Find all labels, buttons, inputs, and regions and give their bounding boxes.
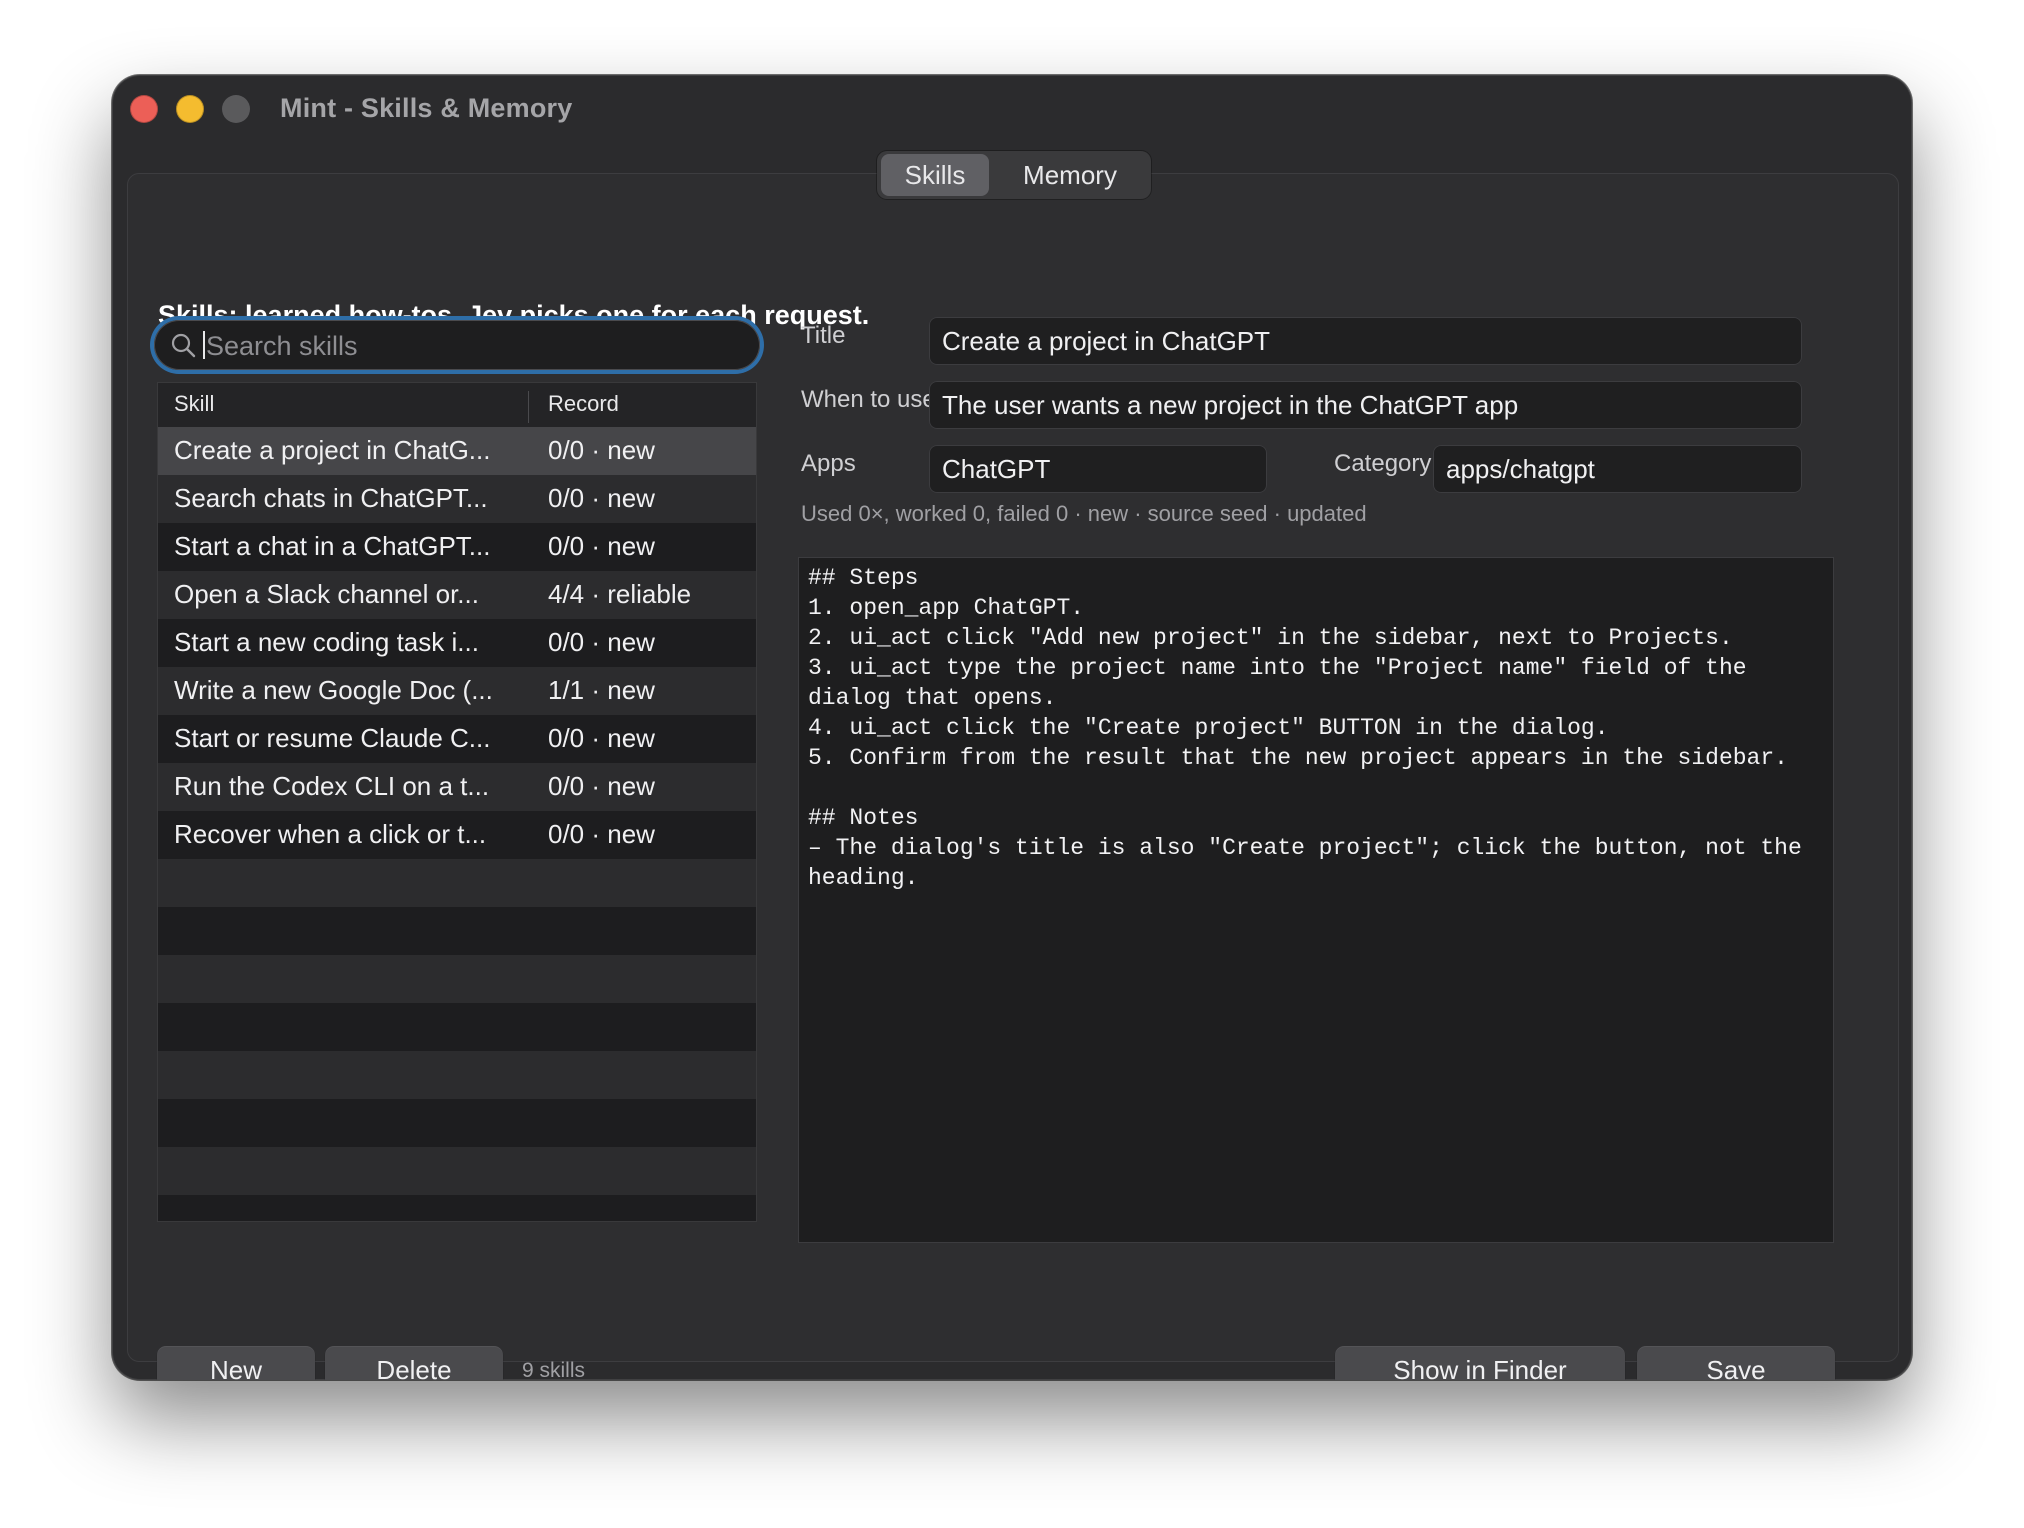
column-header-skill[interactable]: Skill xyxy=(174,391,214,417)
column-divider[interactable] xyxy=(528,391,529,423)
minimize-button[interactable] xyxy=(176,95,204,123)
empty-row xyxy=(158,1099,756,1147)
record-cell: 0/0 · new xyxy=(548,723,655,753)
record-cell: 4/4 · reliable xyxy=(548,579,692,609)
skill-body-editor[interactable]: ## Steps 1. open_app ChatGPT. 2. ui_act … xyxy=(798,557,1834,1243)
empty-row xyxy=(158,1051,756,1099)
table-row[interactable]: Recover when a click or t... 0/0 · new xyxy=(158,811,756,859)
close-button[interactable] xyxy=(130,95,158,123)
apps-field[interactable]: ChatGPT xyxy=(929,445,1267,493)
save-button[interactable]: Save xyxy=(1637,1346,1835,1380)
title-label: Title xyxy=(801,322,846,349)
skill-cell: Write a new Google Doc (... xyxy=(174,675,493,705)
title-value: Create a project in ChatGPT xyxy=(942,326,1271,356)
record-cell: 0/0 · new xyxy=(548,819,655,849)
skill-cell: Open a Slack channel or... xyxy=(174,579,479,609)
category-value: apps/chatgpt xyxy=(1446,454,1595,484)
record-cell: 0/0 · new xyxy=(548,435,655,465)
table-rows: Create a project in ChatG... 0/0 · new Se… xyxy=(158,427,756,1221)
skill-cell: Start a new coding task i... xyxy=(174,627,479,657)
new-button[interactable]: New xyxy=(157,1346,315,1380)
record-cell: 1/1 · new xyxy=(548,675,655,705)
content-panel: Skills: learned how-tos. Jev picks one f… xyxy=(127,173,1899,1380)
when-to-use-label: When to use xyxy=(801,386,936,413)
tab-memory[interactable]: Memory xyxy=(997,154,1143,196)
empty-row xyxy=(158,1003,756,1051)
title-field[interactable]: Create a project in ChatGPT xyxy=(929,317,1802,365)
category-label: Category xyxy=(1334,450,1432,477)
skill-cell: Start or resume Claude C... xyxy=(174,723,491,753)
empty-row xyxy=(158,1195,756,1221)
table-row[interactable]: Write a new Google Doc (... 1/1 · new xyxy=(158,667,756,715)
skills-count: 9 skills xyxy=(522,1359,586,1380)
table-row[interactable]: Search chats in ChatGPT... 0/0 · new xyxy=(158,475,756,523)
apps-label: Apps xyxy=(801,450,856,477)
record-cell: 0/0 · new xyxy=(548,627,655,657)
when-to-use-field[interactable]: The user wants a new project in the Chat… xyxy=(929,381,1802,429)
table-row[interactable]: Start a new coding task i... 0/0 · new xyxy=(158,619,756,667)
empty-row xyxy=(158,907,756,955)
segmented-tabs: Skills Memory xyxy=(877,151,1151,199)
record-cell: 0/0 · new xyxy=(548,771,655,801)
tab-skills[interactable]: Skills xyxy=(881,154,989,196)
empty-row xyxy=(158,955,756,1003)
table-header: Skill Record xyxy=(158,383,756,427)
category-field[interactable]: apps/chatgpt xyxy=(1433,445,1802,493)
record-cell: 0/0 · new xyxy=(548,531,655,561)
table-row[interactable]: Run the Codex CLI on a t... 0/0 · new xyxy=(158,763,756,811)
empty-row xyxy=(158,859,756,907)
when-to-use-value: The user wants a new project in the Chat… xyxy=(942,390,1519,420)
search-input[interactable] xyxy=(204,326,738,366)
delete-button[interactable]: Delete xyxy=(325,1346,503,1380)
skill-body-text: ## Steps 1. open_app ChatGPT. 2. ui_act … xyxy=(808,565,1802,891)
app-window: Mint - Skills & Memory Skills: learned h… xyxy=(112,75,1912,1380)
title-bar: Mint - Skills & Memory xyxy=(112,75,1912,141)
skill-cell: Search chats in ChatGPT... xyxy=(174,483,488,513)
skill-cell: Create a project in ChatG... xyxy=(174,435,491,465)
table-row[interactable]: Create a project in ChatG... 0/0 · new xyxy=(158,427,756,475)
apps-value: ChatGPT xyxy=(942,454,1051,484)
table-row[interactable]: Start a chat in a ChatGPT... 0/0 · new xyxy=(158,523,756,571)
usage-stats: Used 0×, worked 0, failed 0 · new · sour… xyxy=(801,501,1367,526)
empty-row xyxy=(158,1147,756,1195)
record-cell: 0/0 · new xyxy=(548,483,655,513)
window-title: Mint - Skills & Memory xyxy=(280,93,573,123)
skill-cell: Recover when a click or t... xyxy=(174,819,487,849)
search-field[interactable] xyxy=(154,320,760,370)
skill-cell: Start a chat in a ChatGPT... xyxy=(174,531,491,561)
zoom-button[interactable] xyxy=(222,95,250,123)
skills-table: Skill Record Create a project in ChatG..… xyxy=(157,382,757,1222)
skill-cell: Run the Codex CLI on a t... xyxy=(174,771,490,801)
table-row[interactable]: Open a Slack channel or... 4/4 · reliable xyxy=(158,571,756,619)
table-row[interactable]: Start or resume Claude C... 0/0 · new xyxy=(158,715,756,763)
search-icon xyxy=(171,333,196,358)
column-header-record[interactable]: Record xyxy=(548,391,619,417)
show-in-finder-button[interactable]: Show in Finder xyxy=(1335,1346,1625,1380)
